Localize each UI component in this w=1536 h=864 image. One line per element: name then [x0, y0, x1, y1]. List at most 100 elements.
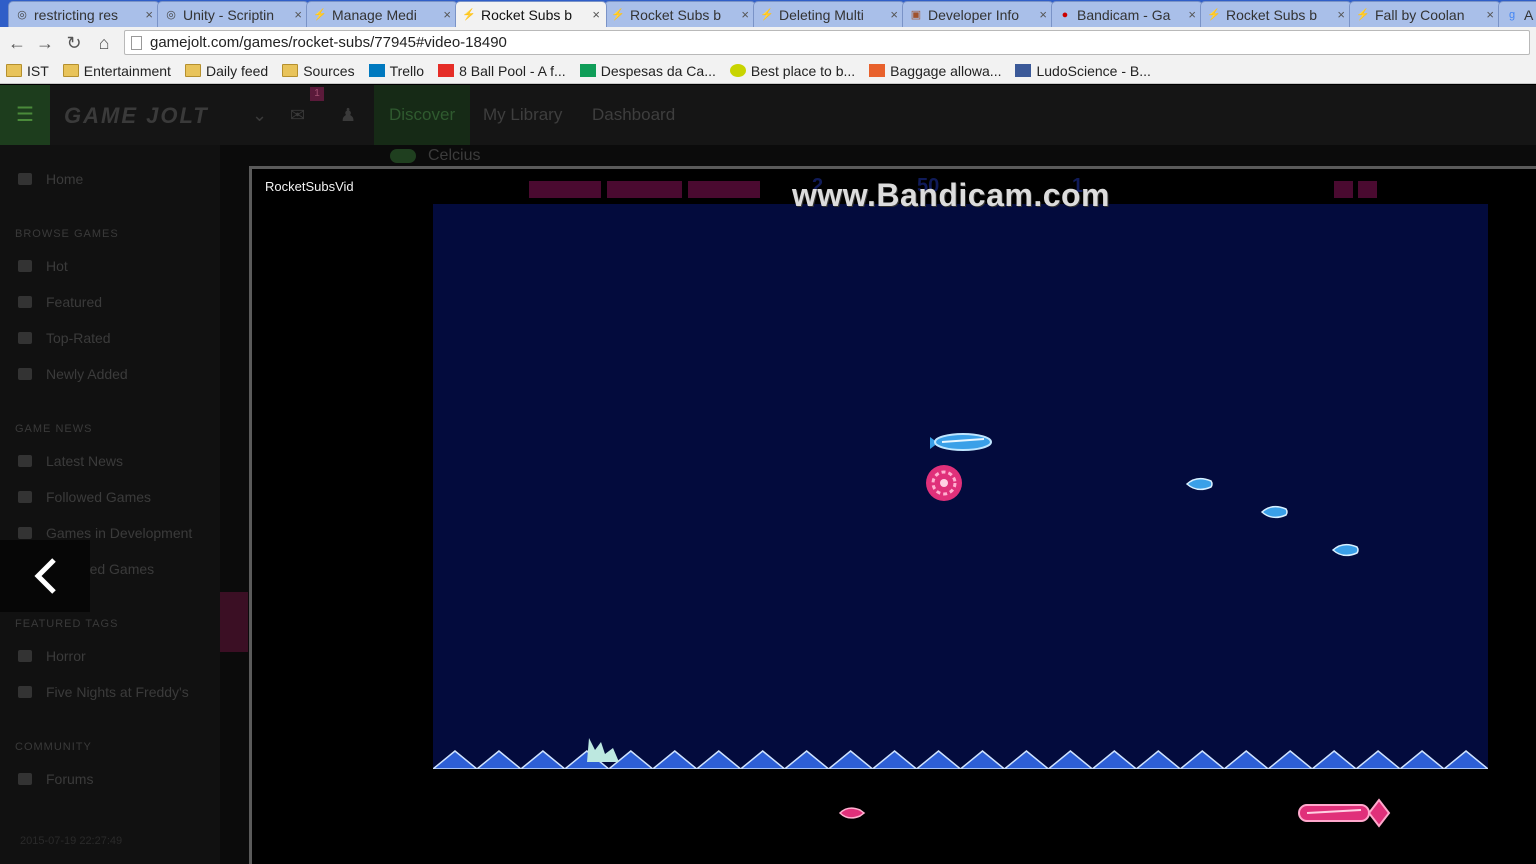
splash-effect: [587, 738, 619, 762]
browser-tab[interactable]: ⚡ Fall by Coolan ×: [1349, 1, 1501, 27]
folder-icon: [62, 64, 79, 77]
sidebar-item-label: Five Nights at Freddy's: [46, 684, 189, 700]
sidebar-item-label: Horror: [46, 648, 86, 664]
close-icon[interactable]: ×: [890, 7, 898, 22]
wave-crest: [1179, 750, 1226, 769]
close-icon[interactable]: ×: [1188, 7, 1196, 22]
tab-discover[interactable]: Discover: [374, 85, 471, 145]
sidebar-item-latest-news[interactable]: Latest News: [18, 453, 123, 469]
lightbox-prev-button[interactable]: [0, 540, 90, 612]
sidebar-item-fnaf[interactable]: Five Nights at Freddy's: [18, 684, 189, 700]
address-bar[interactable]: gamejolt.com/games/rocket-subs/77945#vid…: [124, 30, 1530, 55]
browser-tab[interactable]: ◎ restricting res ×: [8, 1, 160, 27]
browser-tab[interactable]: ⚡ Manage Medi ×: [306, 1, 458, 27]
sidebar-item-featured[interactable]: Featured: [18, 294, 102, 310]
browser-tab[interactable]: ⚡ Rocket Subs b ×: [1200, 1, 1352, 27]
sidebar-timestamp: 2015-07-19 22:27:49: [20, 835, 123, 847]
back-icon[interactable]: ←: [6, 32, 28, 54]
close-icon[interactable]: ×: [145, 7, 153, 22]
browser-tab[interactable]: ◎ Unity - Scriptin ×: [157, 1, 309, 27]
hud-block: [607, 181, 682, 198]
sidebar-item-games-in-development[interactable]: Games in Development: [18, 525, 192, 541]
wave-crest: [783, 750, 830, 769]
friends-icon[interactable]: ♟: [340, 105, 356, 126]
sidebar-item-forums[interactable]: Forums: [18, 771, 93, 787]
bookmark-item[interactable]: Best place to b...: [729, 63, 855, 79]
chevron-down-icon[interactable]: ⌄: [252, 105, 267, 126]
close-icon[interactable]: ×: [1486, 7, 1494, 22]
bookmark-item[interactable]: IST: [6, 63, 49, 79]
sidebar-item-top-rated[interactable]: Top-Rated: [18, 330, 111, 346]
browser-tab[interactable]: ▣ Developer Info ×: [902, 1, 1054, 27]
bookmark-item[interactable]: Entertainment: [62, 63, 171, 79]
sidebar-item-home[interactable]: Home: [18, 171, 83, 187]
sidebar-item-label: Games in Development: [46, 525, 193, 541]
megaphone-icon[interactable]: ✉: [290, 105, 305, 126]
site-header: ☰ GAME JOLT ⌄ ✉ 1 ♟ Discover My Library …: [0, 85, 1536, 145]
browser-tab[interactable]: ⚡ Deleting Multi ×: [753, 1, 905, 27]
tab-title: Manage Medi: [332, 6, 417, 23]
forward-icon[interactable]: →: [34, 32, 56, 54]
game-canvas: [433, 204, 1488, 769]
sidebar-item-newly-added[interactable]: Newly Added: [18, 366, 128, 382]
close-icon[interactable]: ×: [294, 7, 302, 22]
wave-crest: [695, 750, 742, 769]
site-logo[interactable]: GAME JOLT: [64, 103, 209, 129]
wave-crest: [959, 750, 1006, 769]
enemy-fish: [1185, 477, 1213, 491]
tab-title: Unity - Scriptin: [183, 6, 275, 23]
bookmark-item[interactable]: 8 Ball Pool - A f...: [438, 63, 566, 79]
close-icon[interactable]: ×: [1337, 7, 1345, 22]
news-icon: [18, 455, 32, 467]
close-icon[interactable]: ×: [592, 7, 600, 22]
bookmark-item[interactable]: Daily feed: [184, 63, 268, 79]
wave-crest: [1091, 750, 1138, 769]
sidebar-item-followed-games[interactable]: Followed Games: [18, 489, 151, 505]
close-icon[interactable]: ×: [741, 7, 749, 22]
browser-tab[interactable]: ⚡ Rocket Subs b ×: [604, 1, 756, 27]
wave-crest: [519, 750, 567, 769]
reload-icon[interactable]: ↻: [63, 32, 85, 54]
celcius-link[interactable]: Celcius: [390, 147, 480, 165]
bookmark-item[interactable]: Trello: [368, 63, 424, 79]
bookmark-item[interactable]: Despesas da Ca...: [579, 63, 716, 79]
tab-dashboard[interactable]: Dashboard: [577, 85, 690, 145]
bookmarks-bar: IST Entertainment Daily feed Sources Trello 8…: [0, 58, 1536, 84]
video-player[interactable]: RocketSubsVid 2 50 1 www.Bandicam.com: [249, 166, 1536, 864]
bookmark-item[interactable]: Baggage allowa...: [869, 63, 1001, 79]
sidebar-item-horror[interactable]: Horror: [18, 648, 86, 664]
sidebar-item-hot[interactable]: Hot: [18, 258, 68, 274]
wave-crest: [1223, 750, 1270, 769]
news-icon: [18, 491, 32, 503]
browser-tab[interactable]: gA: [1498, 1, 1536, 27]
tab-title: A: [1524, 6, 1534, 23]
bookmark-item[interactable]: LudoScience - B...: [1015, 63, 1151, 79]
sidebar-item-label: Home: [46, 171, 84, 187]
bookmark-label: Baggage allowa...: [890, 62, 1002, 79]
gamepad-icon: [18, 296, 32, 308]
smiley-icon: [729, 64, 746, 77]
home-icon[interactable]: ⌂: [93, 32, 115, 54]
tab-my-library[interactable]: My Library: [468, 85, 577, 145]
menu-icon[interactable]: ☰: [0, 85, 50, 145]
page-icon: [131, 35, 142, 50]
browser-tab[interactable]: ⚡ Rocket Subs b ×: [455, 1, 607, 27]
wave-crest: [827, 750, 874, 769]
close-icon[interactable]: ×: [1039, 7, 1047, 22]
browser-tab[interactable]: ● Bandicam - Ga ×: [1051, 1, 1203, 27]
tag-icon: [18, 686, 32, 698]
tab-title: Rocket Subs b: [481, 6, 573, 23]
bookmark-item[interactable]: Sources: [282, 63, 355, 79]
close-icon[interactable]: ×: [443, 7, 451, 22]
hud-block: [529, 181, 601, 198]
wave-crest: [433, 750, 479, 769]
sidebar-heading-news: GAME NEWS: [15, 423, 93, 435]
hud-block: [1334, 181, 1353, 198]
gamejolt-icon: ⚡: [313, 9, 327, 21]
url-text[interactable]: gamejolt.com/games/rocket-subs/77945#vid…: [150, 34, 507, 51]
player-submarine: [1298, 798, 1391, 828]
bandicam-icon: ●: [1061, 8, 1069, 21]
mine: [926, 465, 962, 501]
sidebar-item-label: Newly Added: [46, 366, 128, 382]
sidebar-heading-browse: BROWSE GAMES: [15, 228, 119, 240]
